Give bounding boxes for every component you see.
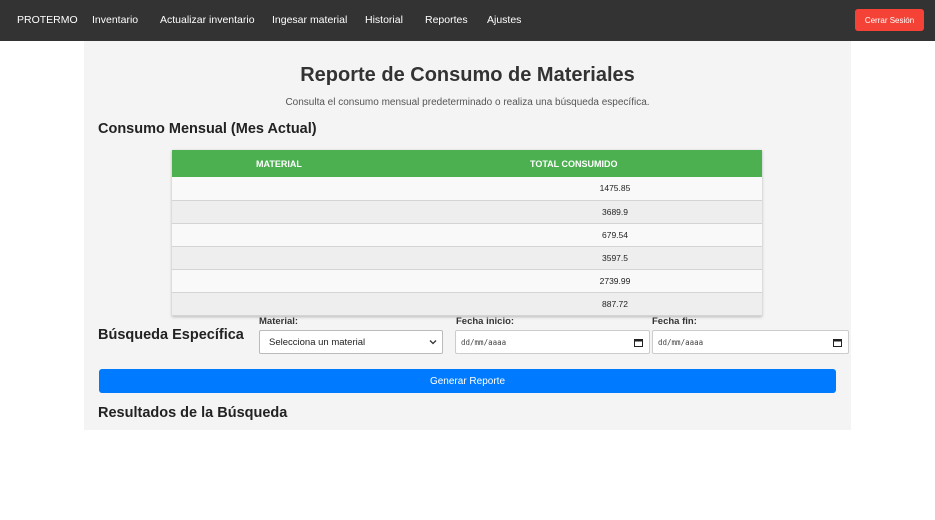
table-row: 887.72 (172, 292, 762, 316)
page-subtitle: Consulta el consumo mensual predetermina… (285, 97, 650, 108)
top-navbar: PROTERMO Inventario Actualizar inventari… (0, 0, 935, 41)
search-heading: Búsqueda Específica (98, 327, 244, 343)
column-header-total: TOTAL CONSUMIDO (468, 150, 762, 177)
table-row: 3597.5 (172, 246, 762, 270)
table-row: 2739.99 (172, 269, 762, 293)
cell-material (172, 200, 468, 224)
start-date-label: Fecha inicio: (456, 316, 515, 327)
nav-reportes[interactable]: Reportes (425, 14, 468, 26)
nav-ajustes[interactable]: Ajustes (487, 14, 521, 26)
monthly-consumption-table: MATERIAL TOTAL CONSUMIDO 1475.85 3689.9 … (172, 150, 762, 316)
report-panel: Reporte de Consumo de Materiales Consult… (84, 41, 851, 430)
end-date-label: Fecha fin: (652, 316, 697, 327)
material-select[interactable]: Selecciona un material (259, 330, 443, 354)
nav-inventario[interactable]: Inventario (92, 14, 138, 26)
nav-ingresar-material[interactable]: Ingesar material (272, 14, 347, 26)
cell-total: 2739.99 (468, 269, 762, 293)
cell-total: 3689.9 (468, 200, 762, 224)
generate-report-button[interactable]: Generar Reporte (99, 369, 836, 393)
table-header-row: MATERIAL TOTAL CONSUMIDO (172, 150, 762, 177)
end-date-input[interactable]: dd/mm/aaaa (652, 330, 849, 354)
nav-historial[interactable]: Historial (365, 14, 403, 26)
cell-material (172, 223, 468, 247)
calendar-icon[interactable] (634, 338, 643, 347)
cell-total: 3597.5 (468, 246, 762, 270)
cell-material (172, 292, 468, 316)
results-heading: Resultados de la Búsqueda (98, 405, 288, 421)
calendar-icon[interactable] (833, 338, 842, 347)
material-select-value: Selecciona un material (269, 336, 366, 348)
table-row: 679.54 (172, 223, 762, 247)
table-row: 3689.9 (172, 200, 762, 224)
monthly-heading: Consumo Mensual (Mes Actual) (98, 121, 317, 137)
brand-link[interactable]: PROTERMO (17, 14, 78, 26)
logout-button[interactable]: Cerrar Sesión (855, 9, 924, 31)
start-date-input[interactable]: dd/mm/aaaa (455, 330, 650, 354)
cell-total: 1475.85 (468, 177, 762, 201)
cell-material (172, 246, 468, 270)
end-date-placeholder: dd/mm/aaaa (658, 337, 704, 347)
cell-total: 887.72 (468, 292, 762, 316)
cell-total: 679.54 (468, 223, 762, 247)
column-header-material: MATERIAL (172, 150, 468, 177)
table-row: 1475.85 (172, 177, 762, 201)
nav-actualizar-inventario[interactable]: Actualizar inventario (160, 14, 255, 26)
material-label: Material: (259, 316, 299, 327)
chevron-down-icon (429, 340, 437, 345)
cell-material (172, 177, 468, 201)
page-title: Reporte de Consumo de Materiales (300, 64, 635, 86)
start-date-placeholder: dd/mm/aaaa (461, 337, 507, 347)
cell-material (172, 269, 468, 293)
